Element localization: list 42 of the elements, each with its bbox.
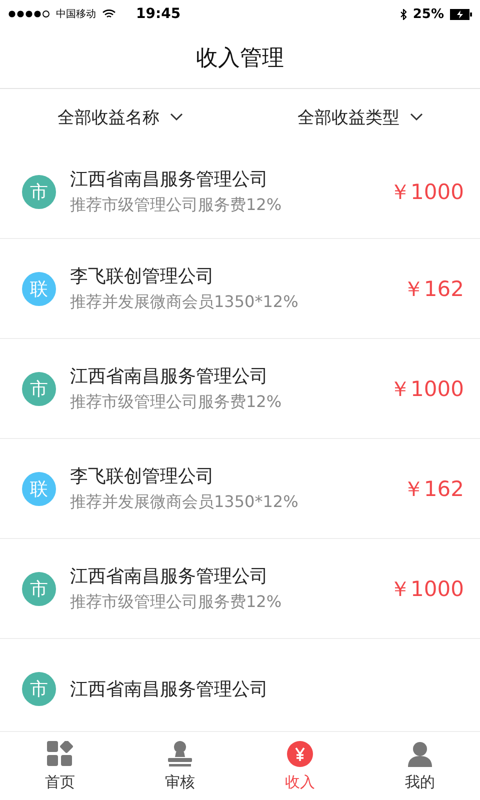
category-badge: 市 [22, 572, 56, 606]
chevron-down-icon [170, 113, 182, 121]
grid-icon [47, 740, 73, 766]
company-name: 李飞联创管理公司 [70, 265, 215, 288]
income-amount: ￥1000 [390, 178, 464, 206]
carrier-name: 中国移动 [56, 8, 96, 21]
income-description: 推荐市级管理公司服务费12% [70, 392, 283, 413]
category-badge: 市 [22, 174, 56, 208]
income-amount: ￥162 [402, 276, 464, 302]
page-title: 收入管理 [196, 45, 284, 73]
income-description: 推荐并发展微商会员1350*12% [70, 292, 300, 313]
status-time: 19:45 [136, 6, 181, 22]
category-badge: 市 [22, 372, 56, 406]
tab-item[interactable]: 我的 [360, 732, 480, 800]
income-amount: ￥162 [402, 476, 464, 502]
yen-icon [287, 740, 313, 766]
income-description: 推荐市级管理公司服务费12% [70, 195, 283, 216]
signal-icon [8, 10, 50, 18]
company-name: 江西省南昌服务管理公司 [70, 168, 269, 191]
tab-item[interactable]: 首页 [0, 732, 120, 800]
chevron-down-icon [410, 113, 422, 121]
tab-item[interactable]: 收入 [240, 732, 360, 800]
filter-dropdown[interactable]: 全部收益名称 [0, 89, 240, 145]
stamp-icon [167, 740, 193, 766]
income-description: 推荐市级管理公司服务费12% [70, 592, 283, 613]
category-badge: 联 [22, 272, 56, 306]
filter-dropdown[interactable]: 全部收益类型 [240, 89, 480, 145]
company-name: 李飞联创管理公司 [70, 465, 215, 488]
wifi-icon [102, 9, 116, 19]
company-name: 江西省南昌服务管理公司 [70, 678, 269, 700]
income-amount: ￥1000 [390, 576, 464, 602]
bluetooth-icon [400, 8, 407, 20]
income-amount: ￥1000 [390, 376, 464, 402]
tab-item[interactable]: 审核 [120, 732, 240, 800]
company-name: 江西省南昌服务管理公司 [70, 565, 269, 588]
person-icon [407, 740, 433, 766]
company-name: 江西省南昌服务管理公司 [70, 365, 269, 388]
battery-percent: 25% [412, 6, 444, 22]
income-description: 推荐并发展微商会员1350*12% [70, 492, 300, 513]
category-badge: 联 [22, 472, 56, 506]
battery-icon [450, 8, 472, 20]
category-badge: 市 [22, 672, 56, 706]
